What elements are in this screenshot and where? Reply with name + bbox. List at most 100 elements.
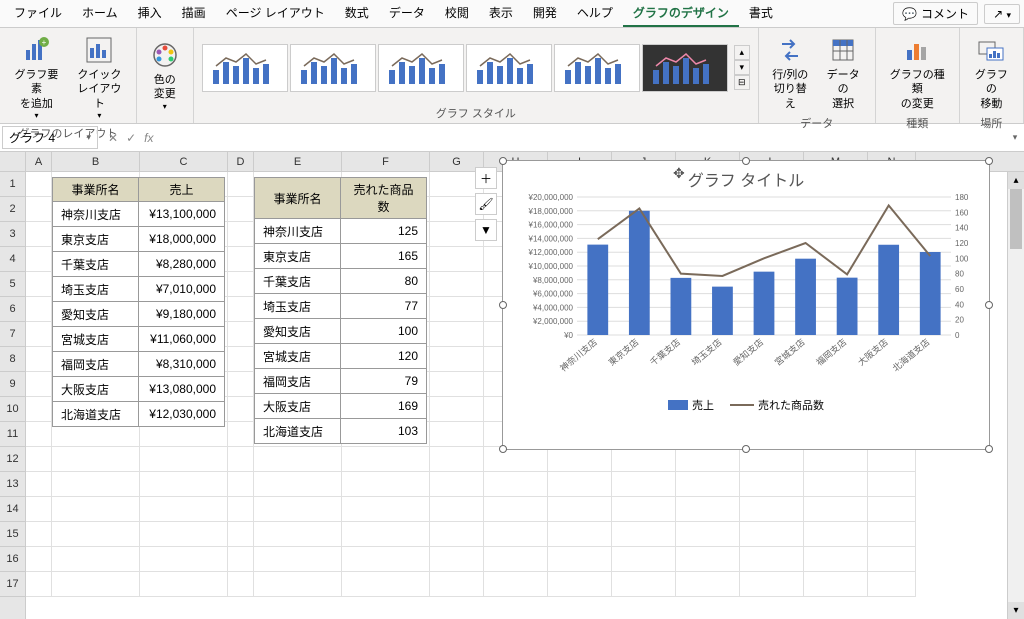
row-header-13[interactable]: 13 (0, 472, 25, 497)
svg-text:大阪支店: 大阪支店 (855, 336, 890, 368)
gallery-up-button[interactable]: ▴ (734, 45, 750, 60)
row-header-4[interactable]: 4 (0, 247, 25, 272)
vertical-scrollbar[interactable]: ▴ ▾ (1007, 172, 1024, 619)
menu-表示[interactable]: 表示 (479, 0, 523, 27)
chart-style-2[interactable] (290, 44, 376, 92)
svg-text:福岡支店: 福岡支店 (814, 336, 849, 368)
change-colors-button[interactable]: 色の 変更 ▾ (145, 37, 185, 114)
type-group-label: 種類 (906, 113, 928, 131)
chart-style-1[interactable] (202, 44, 288, 92)
menu-グラフのデザイン[interactable]: グラフのデザイン (623, 0, 739, 27)
formula-input[interactable] (161, 136, 1006, 140)
row-header-11[interactable]: 11 (0, 422, 25, 447)
name-box[interactable]: グラフ 4 ▾ (2, 126, 98, 149)
select-all-corner[interactable] (0, 152, 25, 172)
table-row: 神奈川支店¥13,100,000 (53, 202, 225, 227)
chart-title[interactable]: ✥ グラフ タイトル (503, 161, 989, 193)
svg-text:神奈川支店: 神奈川支店 (558, 336, 600, 373)
chart-style-4[interactable] (466, 44, 552, 92)
menu-ホーム[interactable]: ホーム (72, 0, 128, 27)
row-header-8[interactable]: 8 (0, 347, 25, 372)
formula-bar: グラフ 4 ▾ ✕ ✓ fx ▾ (0, 124, 1024, 152)
chart-object[interactable]: ＋ 🖌 ▼ ✥ グラフ タイトル ¥20,000,000¥18,000,000¥… (502, 160, 990, 450)
change-chart-type-button[interactable]: グラフの種類 の変更 (884, 32, 951, 113)
switch-rowcol-label: 行/列の 切り替え (771, 68, 810, 111)
move-cursor-icon: ✥ (673, 165, 685, 182)
share-button[interactable]: ↗ ▾ (984, 4, 1020, 24)
scroll-up-button[interactable]: ▴ (1008, 172, 1024, 189)
row-header-15[interactable]: 15 (0, 522, 25, 547)
switch-row-column-button[interactable]: 行/列の 切り替え (767, 32, 814, 113)
col-header-E[interactable]: E (254, 152, 342, 171)
row-header-14[interactable]: 14 (0, 497, 25, 522)
menu-挿入[interactable]: 挿入 (128, 0, 172, 27)
confirm-icon[interactable]: ✓ (126, 131, 136, 145)
table-row: 東京支店165 (255, 244, 427, 269)
menu-描画[interactable]: 描画 (172, 0, 216, 27)
chart-style-6[interactable] (642, 44, 728, 92)
menu-数式[interactable]: 数式 (335, 0, 379, 27)
svg-text:40: 40 (955, 300, 964, 309)
comments-button[interactable]: 💬 コメント (893, 2, 978, 25)
select-data-button[interactable]: データの 選択 (820, 32, 867, 113)
table-row: 北海道支店103 (255, 419, 427, 444)
menu-開発[interactable]: 開発 (523, 0, 567, 27)
cancel-icon[interactable]: ✕ (108, 131, 118, 145)
quick-layout-button[interactable]: クイック レイアウト ▾ (71, 32, 128, 123)
row-header-9[interactable]: 9 (0, 372, 25, 397)
menu-校閲[interactable]: 校閲 (435, 0, 479, 27)
gallery-down-button[interactable]: ▾ (734, 60, 750, 75)
row-header-6[interactable]: 6 (0, 297, 25, 322)
row-header-3[interactable]: 3 (0, 222, 25, 247)
formula-expand-button[interactable]: ▾ (1006, 132, 1024, 143)
table-row: 埼玉支店77 (255, 294, 427, 319)
scroll-down-button[interactable]: ▾ (1008, 602, 1024, 619)
row-header-12[interactable]: 12 (0, 447, 25, 472)
ribbon: + グラフ要素 を追加 ▾ クイック レイアウト ▾ グラフのレイアウト 色の … (0, 28, 1024, 124)
scroll-thumb[interactable] (1010, 189, 1022, 249)
chevron-down-icon: ▾ (163, 102, 167, 112)
svg-text:80: 80 (955, 270, 964, 279)
chart-style-3[interactable] (378, 44, 464, 92)
move-chart-button[interactable]: グラフの 移動 (968, 32, 1015, 113)
select-data-label: データの 選択 (824, 68, 863, 111)
col-header-B[interactable]: B (52, 152, 140, 171)
menu-ヘルプ[interactable]: ヘルプ (567, 0, 623, 27)
table-row: 東京支店¥18,000,000 (53, 227, 225, 252)
col-header-D[interactable]: D (228, 152, 254, 171)
col-header-A[interactable]: A (26, 152, 52, 171)
svg-text:¥6,000,000: ¥6,000,000 (532, 290, 574, 299)
col-header-C[interactable]: C (140, 152, 228, 171)
svg-text:¥20,000,000: ¥20,000,000 (528, 193, 574, 202)
table-header: 売れた商品数 (341, 178, 427, 219)
chart-filters-button[interactable]: ▼ (475, 219, 497, 241)
chart-styles-button[interactable]: 🖌 (475, 193, 497, 215)
menu-ページ レイアウト[interactable]: ページ レイアウト (216, 0, 335, 27)
row-header-5[interactable]: 5 (0, 272, 25, 297)
table-row: 福岡支店¥8,310,000 (53, 352, 225, 377)
quantity-table: 事業所名売れた商品数神奈川支店125東京支店165千葉支店80埼玉支店77愛知支… (254, 177, 427, 444)
row-header-10[interactable]: 10 (0, 397, 25, 422)
gallery-more-button[interactable]: ⊟ (734, 75, 750, 90)
menu-データ[interactable]: データ (379, 0, 435, 27)
comments-label: コメント (921, 5, 969, 22)
row-header-7[interactable]: 7 (0, 322, 25, 347)
fx-icon[interactable]: fx (144, 131, 153, 145)
svg-text:¥8,000,000: ¥8,000,000 (532, 276, 574, 285)
row-header-16[interactable]: 16 (0, 547, 25, 572)
menu-書式[interactable]: 書式 (739, 0, 783, 27)
table-row: 大阪支店¥13,080,000 (53, 377, 225, 402)
row-header-2[interactable]: 2 (0, 197, 25, 222)
row-header-17[interactable]: 17 (0, 572, 25, 597)
table-header: 売上 (139, 178, 225, 202)
chart-style-5[interactable] (554, 44, 640, 92)
svg-text:+: + (42, 38, 47, 47)
funnel-icon: ▼ (480, 223, 492, 237)
chart-elements-button[interactable]: ＋ (475, 167, 497, 189)
menu-ファイル[interactable]: ファイル (4, 0, 72, 27)
col-header-F[interactable]: F (342, 152, 430, 171)
row-header-1[interactable]: 1 (0, 172, 25, 197)
quick-layout-label: クイック レイアウト (75, 68, 124, 111)
svg-text:宮城支店: 宮城支店 (772, 336, 807, 368)
add-chart-element-button[interactable]: + グラフ要素 を追加 ▾ (8, 32, 65, 123)
